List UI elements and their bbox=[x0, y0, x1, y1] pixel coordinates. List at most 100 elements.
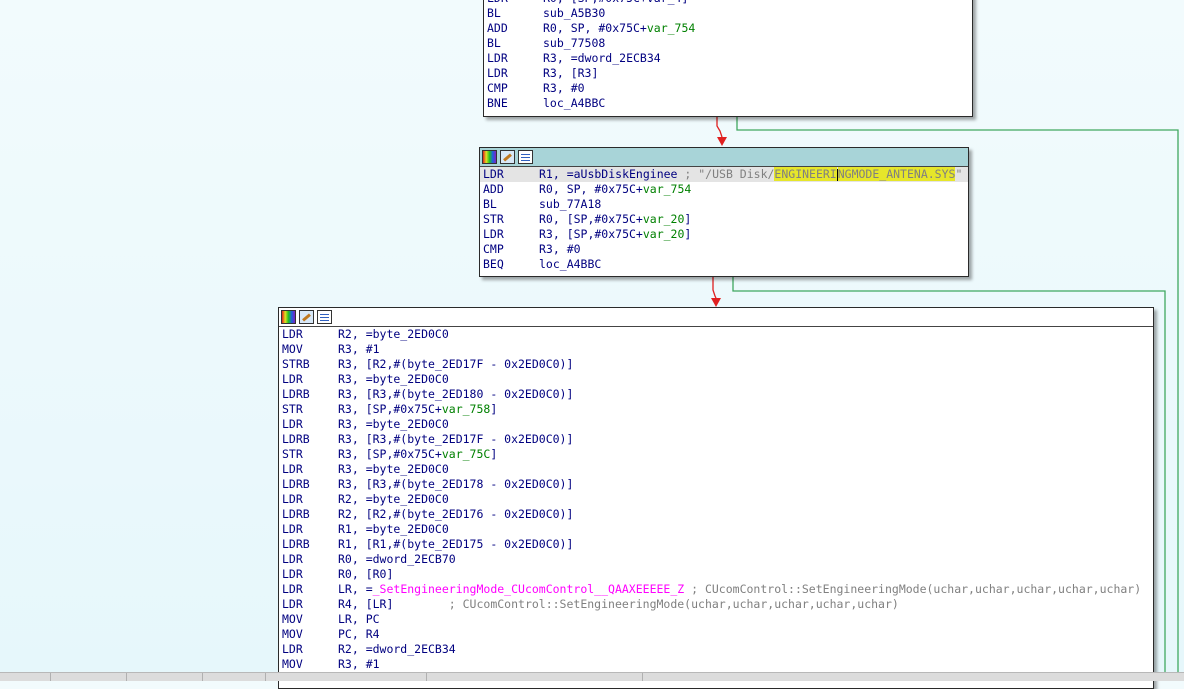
operand-text: R4, [LR] bbox=[338, 597, 449, 611]
mnemonic: BEQ bbox=[483, 257, 504, 271]
operand-text: R0, SP, #0x75C+ bbox=[539, 182, 643, 196]
mnemonic: LDR bbox=[282, 417, 303, 431]
instruction-line[interactable]: MOV R3, #1 bbox=[279, 342, 1153, 357]
mnemonic: BL bbox=[487, 6, 501, 20]
mnemonic: LDR bbox=[282, 642, 303, 656]
code-lines: LDR R0, [SP,#0x75C+var_4] BL sub_A5B30 ADD R0… bbox=[484, 0, 972, 111]
operand-text: ] bbox=[684, 227, 692, 241]
block-header bbox=[279, 308, 1153, 327]
instruction-line[interactable]: MOV PC, R4 bbox=[279, 627, 1153, 642]
operand-text: R1, [R1,#(byte_2ED175 - 0x2ED0C0)] bbox=[338, 537, 574, 551]
operand-text: R2, =dword_2ECB34 bbox=[338, 642, 456, 656]
code-block-3[interactable]: LDR R2, =byte_2ED0C0 MOV R3, #1 STRB R3, [R2,… bbox=[278, 307, 1154, 689]
mnemonic: BNE bbox=[487, 96, 508, 110]
instruction-line[interactable]: CMP R3, #0 bbox=[484, 81, 972, 96]
instruction-line[interactable]: MOV LR, PC bbox=[279, 612, 1153, 627]
instruction-line[interactable]: LDR R1, =byte_2ED0C0 bbox=[279, 522, 1153, 537]
mnemonic: LDR bbox=[483, 167, 504, 181]
operand-text: sub_A5B30 bbox=[543, 6, 606, 20]
instruction-line[interactable]: LDR R3, =dword_2ECB34 bbox=[484, 51, 972, 66]
instruction-line[interactable]: LDR R3, [SP,#0x75C+var_20] bbox=[480, 227, 968, 242]
code-lines: LDR R1, =aUsbDiskEnginee ; "/USB Disk/ENG… bbox=[480, 167, 968, 272]
operand-text: PC, R4 bbox=[338, 627, 380, 641]
operand-text: var_75C bbox=[441, 447, 491, 461]
instruction-line[interactable]: CMP R3, #0 bbox=[480, 242, 968, 257]
operand-text: _SetEngineeringMode_CUcomControl__QAAXEE… bbox=[372, 582, 685, 596]
instruction-line[interactable]: LDR LR, =_SetEngineeringMode_CUcomControl… bbox=[279, 582, 1153, 597]
operand-text: R3, [SP,#0x75C+ bbox=[539, 227, 643, 241]
listing-icon[interactable] bbox=[518, 150, 533, 164]
comment-text: ; CUcomControl::SetEngineeringMode(uchar… bbox=[448, 597, 899, 611]
mnemonic: STR bbox=[282, 447, 303, 461]
instruction-line[interactable]: BNE loc_A4BBC bbox=[484, 96, 972, 111]
instruction-line[interactable]: LDR R2, =byte_2ED0C0 bbox=[279, 327, 1153, 342]
instruction-line[interactable]: LDRB R3, [R3,#(byte_2ED17F - 0x2ED0C0)] bbox=[279, 432, 1153, 447]
operand-text: R0, [SP,#0x75C+ bbox=[539, 212, 643, 226]
instruction-line[interactable]: LDR R3, =byte_2ED0C0 bbox=[279, 417, 1153, 432]
instruction-line[interactable]: STR R3, [SP,#0x75C+var_758] bbox=[279, 402, 1153, 417]
operand-text: var_20 bbox=[642, 212, 685, 226]
operand-text: R3, [R3,#(byte_2ED178 - 0x2ED0C0)] bbox=[338, 477, 574, 491]
instruction-line[interactable]: BL sub_77508 bbox=[484, 36, 972, 51]
instruction-line[interactable]: ADD R0, SP, #0x75C+var_754 bbox=[480, 182, 968, 197]
operand-text: R0, [SP,#0x75C+var_4] bbox=[543, 0, 688, 5]
operand-text: R3, #1 bbox=[338, 657, 380, 671]
instruction-line[interactable]: STR R3, [SP,#0x75C+var_75C] bbox=[279, 447, 1153, 462]
operand-text: sub_77508 bbox=[543, 36, 606, 50]
graph-color-icon[interactable] bbox=[281, 310, 296, 324]
mnemonic: MOV bbox=[282, 627, 303, 641]
instruction-line[interactable]: LDR R0, [R0] bbox=[279, 567, 1153, 582]
mnemonic: ADD bbox=[487, 21, 508, 35]
instruction-line[interactable]: LDRB R1, [R1,#(byte_2ED175 - 0x2ED0C0)] bbox=[279, 537, 1153, 552]
instruction-line[interactable]: LDR R4, [LR] ; CUcomControl::SetEngineeri… bbox=[279, 597, 1153, 612]
mnemonic: LDR bbox=[487, 66, 508, 80]
mnemonic: LDR bbox=[483, 227, 504, 241]
instruction-line[interactable]: BEQ loc_A4BBC bbox=[480, 257, 968, 272]
edit-icon[interactable] bbox=[500, 150, 515, 164]
code-block-2[interactable]: LDR R1, =aUsbDiskEnginee ; "/USB Disk/ENG… bbox=[479, 147, 969, 277]
mnemonic: CMP bbox=[483, 242, 504, 256]
instruction-line[interactable]: LDR R3, [R3] bbox=[484, 66, 972, 81]
instruction-line[interactable]: LDR R2, =byte_2ED0C0 bbox=[279, 492, 1153, 507]
operand-text: var_20 bbox=[642, 227, 685, 241]
mnemonic: LDR bbox=[282, 567, 303, 581]
operand-text: R3, #0 bbox=[539, 242, 581, 256]
instruction-line[interactable]: BL sub_77A18 bbox=[480, 197, 968, 212]
instruction-line[interactable]: ADD R0, SP, #0x75C+var_754 bbox=[484, 21, 972, 36]
instruction-line[interactable]: LDRB R3, [R3,#(byte_2ED180 - 0x2ED0C0)] bbox=[279, 387, 1153, 402]
operand-text: R2, =byte_2ED0C0 bbox=[338, 492, 449, 506]
instruction-line[interactable]: LDR R1, =aUsbDiskEnginee ; "/USB Disk/ENG… bbox=[480, 167, 968, 182]
instruction-line[interactable]: LDRB R2, [R2,#(byte_2ED176 - 0x2ED0C0)] bbox=[279, 507, 1153, 522]
instruction-line[interactable]: MOV R3, #1 bbox=[279, 657, 1153, 672]
comment-text: ; "/USB Disk/ bbox=[684, 167, 775, 181]
operand-text: LR, = bbox=[338, 582, 373, 596]
operand-text: loc_A4BBC bbox=[543, 96, 606, 110]
mnemonic: LDR bbox=[282, 597, 303, 611]
operand-text: ] bbox=[490, 402, 498, 416]
mnemonic: CMP bbox=[487, 81, 508, 95]
code-block-1[interactable]: LDR R0, [SP,#0x75C+var_4] BL sub_A5B30 ADD R0… bbox=[483, 0, 973, 117]
operand-text: R0, SP, #0x75C+ bbox=[543, 21, 647, 35]
operand-text: var_758 bbox=[441, 402, 491, 416]
instruction-line[interactable]: LDR R3, =byte_2ED0C0 bbox=[279, 372, 1153, 387]
listing-icon[interactable] bbox=[317, 310, 332, 324]
instruction-line[interactable]: BL sub_A5B30 bbox=[484, 6, 972, 21]
mnemonic: LDR bbox=[282, 327, 303, 341]
mnemonic: STR bbox=[483, 212, 504, 226]
edit-icon[interactable] bbox=[299, 310, 314, 324]
instruction-line[interactable]: LDRB R3, [R3,#(byte_2ED178 - 0x2ED0C0)] bbox=[279, 477, 1153, 492]
operand-text: R3, [R3,#(byte_2ED17F - 0x2ED0C0)] bbox=[338, 432, 574, 446]
instruction-line[interactable]: LDR R0, =dword_2ECB70 bbox=[279, 552, 1153, 567]
instruction-line[interactable]: LDR R2, =dword_2ECB34 bbox=[279, 642, 1153, 657]
instruction-line[interactable]: LDR R3, =byte_2ED0C0 bbox=[279, 462, 1153, 477]
graph-color-icon[interactable] bbox=[482, 150, 497, 164]
mnemonic: STR bbox=[282, 402, 303, 416]
mnemonic: LDRB bbox=[282, 537, 310, 551]
operand-text: LR, PC bbox=[338, 612, 380, 626]
instruction-line[interactable]: STR R0, [SP,#0x75C+var_20] bbox=[480, 212, 968, 227]
operand-text: R3, #0 bbox=[543, 81, 585, 95]
mnemonic: LDR bbox=[282, 372, 303, 386]
instruction-line[interactable]: STRB R3, [R2,#(byte_2ED17F - 0x2ED0C0)] bbox=[279, 357, 1153, 372]
mnemonic: LDRB bbox=[282, 477, 310, 491]
operand-text: R3, =byte_2ED0C0 bbox=[338, 417, 449, 431]
